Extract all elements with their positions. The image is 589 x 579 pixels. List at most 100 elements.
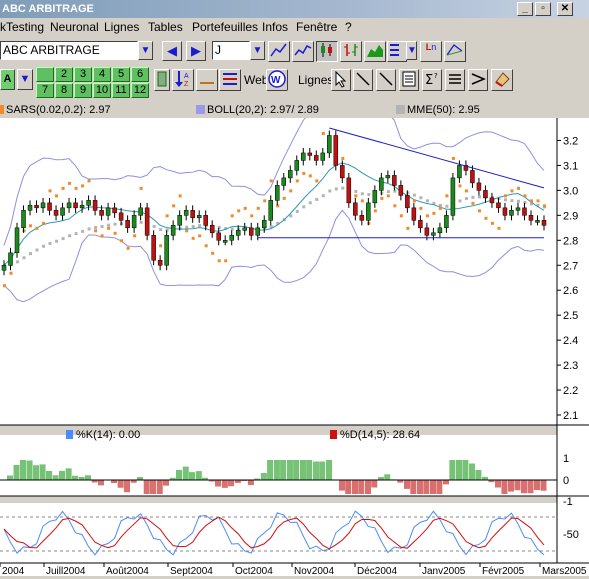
symbol-dropdown-arrow[interactable]: ▼ [138,41,153,60]
scale-button-8[interactable]: 8 [55,83,73,98]
period-combo[interactable]: J [212,41,250,60]
mme-point [308,201,312,205]
scale-button-12[interactable]: 12 [131,83,149,98]
candle-body [157,260,163,266]
fibonacci-icon[interactable] [444,41,466,62]
scale-button-7[interactable]: 7 [36,83,54,98]
sar-point [490,221,494,225]
scale-button-11[interactable]: 11 [112,83,130,98]
mme-point [295,209,299,213]
web-label: Web [244,73,269,87]
candle-body [79,205,85,209]
svg-text:Σ: Σ [425,73,433,88]
scale-button-5[interactable]: 5 [112,67,130,82]
candle-body [528,215,534,221]
mme-point [230,227,234,231]
sar-point [399,214,403,218]
sar-point [48,189,52,193]
web-icon[interactable]: W [266,69,288,91]
sar-point [178,194,182,198]
log-scale-icon[interactable]: Ln [420,41,442,62]
osc-tick-label: -1 [563,496,573,508]
menu-help[interactable]: ? [345,20,352,34]
line-chart-2-icon[interactable] [292,41,314,62]
zoom-dropdown-arrow[interactable]: ▼ [17,69,33,90]
sar-point [250,214,254,218]
horizontal-line-icon[interactable] [196,69,218,91]
candle-body [261,220,267,229]
candle-body [327,135,332,154]
sar-point [172,204,176,208]
scale-toggle-icon[interactable] [154,69,170,91]
scale-button-10[interactable]: 10 [93,83,111,98]
menu-lignes[interactable]: Lignes [104,20,139,34]
sar-point [321,131,325,135]
candle-body [53,210,59,216]
list-icon[interactable] [219,69,241,91]
sar-point [412,199,416,203]
x-tick-label: Sept2004 [170,566,213,576]
sigma-icon[interactable]: Σ? [422,69,442,91]
draw-line-icon[interactable] [353,69,373,91]
mme-point [477,195,481,199]
scale-button-4[interactable]: 4 [93,67,111,82]
candle-body [405,195,410,209]
sar-point [165,214,169,218]
candle-body [535,220,540,223]
eraser-icon[interactable] [491,69,513,91]
scale-button-6[interactable]: 6 [131,67,149,82]
candle-body [307,152,313,156]
text-tool-icon[interactable] [399,69,419,91]
sar-point [263,199,267,203]
zoom-button[interactable]: A [0,69,15,90]
mme-point [191,224,195,228]
line-style-dropdown-arrow[interactable]: ▼ [406,41,417,60]
y-tick-label: 3.0 [563,185,578,197]
mme-point [328,189,332,193]
next-arrow-icon[interactable]: ▶ [186,41,206,61]
cursor-icon[interactable] [331,69,351,91]
close-button[interactable]: ✕ [557,2,573,16]
price-chart[interactable]: 3.2 3.1 3.0 2.9 2.8 2.7 2.6 2.5 2.4 2.3 2.2 2.1 %K(1… [0,98,589,577]
menu-tables[interactable]: Tables [148,20,183,34]
candle-body [476,182,482,191]
menu-neuronal[interactable]: Neuronal [50,20,99,34]
area-chart-icon[interactable] [364,41,386,62]
menu-infos[interactable]: Infos [262,20,288,34]
scale-button-9[interactable]: 9 [74,83,92,98]
candlestick-icon[interactable] [316,41,338,62]
mme-point [42,244,46,248]
scale-button-2[interactable]: 2 [55,67,73,82]
symbol-combo[interactable]: ABC ARBITRAGE [0,41,138,60]
minimize-button[interactable]: _ [517,2,533,16]
mme-point [360,192,364,196]
sort-az-icon[interactable]: AZ [172,69,194,91]
mme-point [386,190,390,194]
bar-chart-icon[interactable] [340,41,362,62]
mme-point [302,205,306,209]
candle-body [385,175,391,179]
parallel-lines-icon[interactable] [445,69,465,91]
mme-point [321,194,325,198]
menu-portefeuilles[interactable]: Portefeuilles [192,20,258,34]
menu-testing[interactable]: kTesting [0,20,44,34]
candle-body [144,207,150,236]
svg-text:W: W [271,75,281,86]
line-style-icon[interactable] [387,41,407,62]
chart-area[interactable]: 3.2 3.1 3.0 2.9 2.8 2.7 2.6 2.5 2.4 2.3 2.2 2.1 %K(1… [0,98,589,577]
period-dropdown-arrow[interactable]: ▼ [250,41,265,60]
draw-line-2-icon[interactable] [376,69,396,91]
fan-lines-icon[interactable] [468,69,488,91]
candle-body [73,202,78,209]
candle-body [457,165,462,179]
candle-body [40,202,46,209]
candle-body [541,220,547,226]
restore-button[interactable]: ▫ [535,2,551,16]
scale-button-3[interactable]: 3 [74,67,92,82]
menu-fenetre[interactable]: Fenêtre [296,20,337,34]
mme-point [503,198,507,202]
prev-arrow-icon[interactable]: ◀ [162,41,182,61]
line-chart-icon[interactable] [268,41,290,62]
scale-button-blank[interactable] [36,67,54,82]
sar-point [230,214,234,218]
